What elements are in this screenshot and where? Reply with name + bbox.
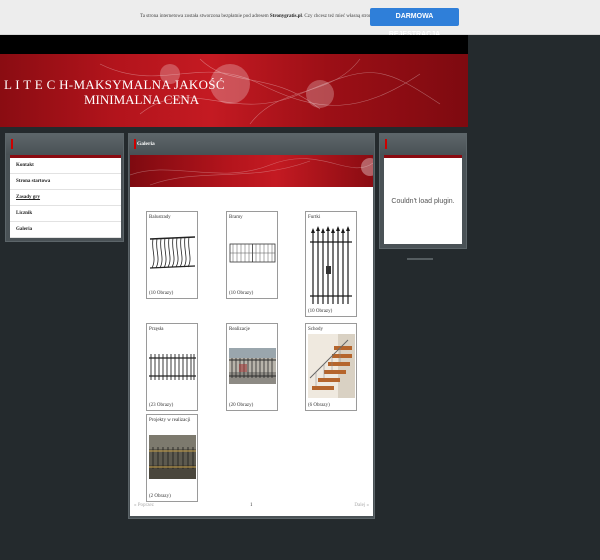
gallery-banner-art (130, 158, 373, 186)
gallery-item-count: (10 Obrazy) (149, 291, 174, 296)
red-bar-icon (385, 139, 387, 149)
gallery-item-count: (23 Obrazy) (149, 403, 174, 408)
gallery-panel-header: Galeria (129, 134, 374, 155)
pager-prev-link[interactable]: « Poprzez (134, 503, 154, 508)
promo-domain-link[interactable]: Stronygratis.pl (270, 14, 302, 19)
pager-next-link[interactable]: Dalej » (354, 503, 369, 508)
menu-item-kontakt[interactable]: Kontakt (10, 158, 121, 174)
plugin-error-message: Couldn't load plugin. (391, 198, 455, 205)
gallery-item-schody[interactable]: Schody (6 Obrazy) (305, 323, 357, 411)
gallery-banner (130, 155, 373, 187)
thumbnail-balustrady (149, 232, 196, 276)
register-button[interactable]: DARMOWA REJESTRACJA (370, 8, 459, 38)
gallery-item-name: Bramy (229, 215, 243, 220)
promo-text-before: Ta strona internetowa została stworzona … (140, 14, 270, 19)
thumbnail-realizacje (229, 348, 276, 384)
gallery-item-count: (10 Obrazy) (229, 291, 254, 296)
left-sidebar-panel: Kontakt Strona startowa Zasady gry Liczn… (5, 133, 124, 242)
gallery-body: Balustrady (10 Obrazy) Bramy (10 Obrazy)… (130, 187, 373, 516)
gallery-item-realizacje[interactable]: Realizacje (20 Obrazy) (226, 323, 278, 411)
promo-text-after: . Czy chcesz też mieć własną stronę? (301, 14, 376, 19)
gallery-item-count: (20 Obrazy) (229, 403, 254, 408)
gallery-item-name: Realizacje (229, 327, 250, 332)
right-sidebar-panel: Couldn't load plugin. (379, 133, 467, 249)
site-title-line1: L I T E C H-MAKSYMALNA JAKOŚĆ (4, 77, 225, 92)
gallery-item-name: Balustrady (149, 215, 171, 220)
gallery-item-bramy[interactable]: Bramy (10 Obrazy) (226, 211, 278, 299)
promo-text: Ta strona internetowa została stworzona … (140, 14, 376, 19)
menu-item-galeria[interactable]: Galeria (10, 222, 121, 238)
thumbnail-projekty (149, 435, 196, 479)
red-bar-icon (11, 139, 13, 149)
gallery-item-name: Projekty w realizacji (149, 418, 191, 423)
gallery-item-balustrady[interactable]: Balustrady (10 Obrazy) (146, 211, 198, 299)
promo-bar: Ta strona internetowa została stworzona … (0, 0, 600, 38)
gallery-item-name: Schody (308, 327, 323, 332)
red-bar-icon (134, 139, 136, 149)
gallery-item-count: (10 Obrazy) (308, 309, 333, 314)
thumbnail-furtki (308, 224, 355, 306)
menu-item-zasady-gry[interactable]: Zasady gry (10, 190, 121, 206)
gallery-item-count: (2 Obrazy) (149, 494, 171, 499)
site-header: L I T E C H-MAKSYMALNA JAKOŚĆ MINIMALNA … (0, 54, 468, 127)
pager-page-number[interactable]: 1 (250, 503, 253, 508)
gallery-item-name: Furtki (308, 215, 321, 220)
gallery-item-count: (6 Obrazy) (308, 403, 330, 408)
menu-item-strona-startowa[interactable]: Strona startowa (10, 174, 121, 190)
site-title-line2: MINIMALNA CENA (84, 92, 200, 107)
plugin-frame: Couldn't load plugin. (384, 155, 462, 244)
gallery-panel: Galeria Balustrady (10 Obrazy) Bramy (10… (128, 133, 375, 519)
thumbnail-schody (308, 334, 355, 398)
left-panel-header (6, 134, 123, 155)
thumbnail-bramy (229, 242, 276, 264)
gallery-item-name: Przęsła (149, 327, 164, 332)
plugin-footer-line (407, 258, 433, 260)
top-strip (0, 35, 468, 54)
gallery-item-przesla[interactable]: Przęsła (23 Obrazy) (146, 323, 198, 411)
gallery-title: Galeria (137, 141, 155, 147)
gallery-item-projekty[interactable]: Projekty w realizacji (2 Obrazy) (146, 414, 198, 502)
gallery-item-furtki[interactable]: Furtki (10 Obrazy) (305, 211, 357, 317)
menu-item-licznik[interactable]: Licznik (10, 206, 121, 222)
right-panel-header (380, 134, 466, 155)
thumbnail-przesla (149, 348, 196, 384)
sidebar-menu: Kontakt Strona startowa Zasady gry Liczn… (10, 155, 121, 238)
